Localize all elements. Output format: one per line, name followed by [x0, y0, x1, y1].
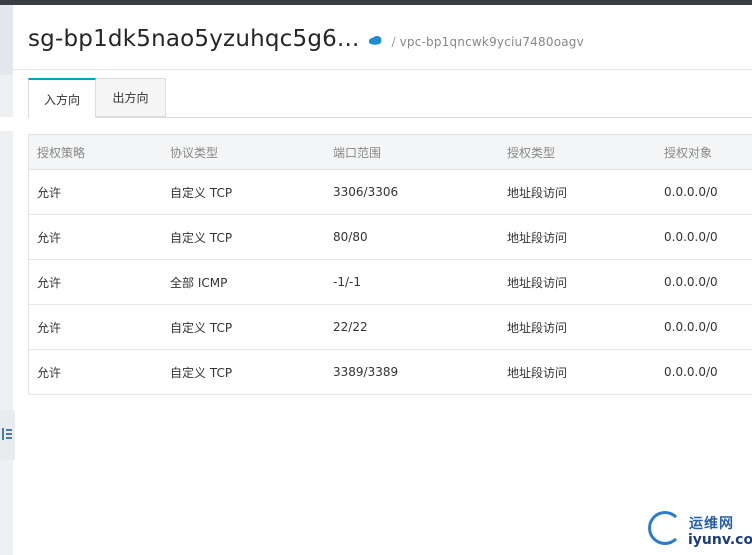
list-icon[interactable]	[2, 427, 13, 441]
table-row: 允许 全部 ICMP -1/-1 地址段访问 0.0.0.0/0	[29, 260, 752, 305]
table-header: 授权策略 协议类型 端口范围 授权类型 授权对象	[29, 135, 752, 170]
table-row: 允许 自定义 TCP 3306/3306 地址段访问 0.0.0.0/0	[29, 170, 752, 215]
table-row: 允许 自定义 TCP 80/80 地址段访问 0.0.0.0/0	[29, 215, 752, 260]
tab-inbound[interactable]: 入方向	[28, 78, 96, 118]
cell-auth-object: 0.0.0.0/0	[664, 320, 718, 334]
column-header-auth-object: 授权对象	[664, 145, 713, 160]
cell-protocol: 自定义 TCP	[170, 185, 233, 200]
watermark-bottom-text: iyunv.com	[688, 532, 752, 548]
sidebar-segment	[0, 5, 13, 75]
cell-auth-object: 0.0.0.0/0	[664, 275, 718, 289]
security-group-title: sg-bp1dk5nao5yzuhqc5g6...	[28, 26, 360, 52]
cell-port-range: 22/22	[333, 320, 368, 334]
cell-policy: 允许	[37, 230, 62, 245]
tab-outbound-label: 出方向	[112, 91, 149, 105]
column-header-protocol: 协议类型	[170, 145, 219, 160]
watermark: 运维网 iyunv.com	[648, 508, 752, 555]
left-sidebar-rail	[0, 5, 13, 555]
cloud-icon[interactable]	[368, 35, 382, 45]
cell-auth-object: 0.0.0.0/0	[664, 230, 718, 244]
cell-protocol: 自定义 TCP	[170, 365, 233, 380]
watermark-top-text: 运维网	[689, 516, 734, 532]
security-rules-table: 授权策略 协议类型 端口范围 授权类型 授权对象 允许 自定义 TCP 3306…	[28, 134, 752, 395]
cell-policy: 允许	[37, 320, 62, 335]
cell-auth-type: 地址段访问	[507, 230, 568, 245]
cell-protocol: 自定义 TCP	[170, 320, 233, 335]
header-divider	[13, 69, 752, 70]
cell-port-range: -1/-1	[333, 275, 361, 289]
cell-protocol: 自定义 TCP	[170, 230, 233, 245]
cell-port-range: 3389/3389	[333, 365, 399, 379]
cell-policy: 允许	[37, 185, 62, 200]
cell-port-range: 3306/3306	[333, 185, 399, 199]
column-header-auth-type: 授权类型	[507, 145, 556, 160]
tab-outbound[interactable]: 出方向	[96, 78, 166, 117]
cell-auth-object: 0.0.0.0/0	[664, 365, 718, 379]
column-header-port-range: 端口范围	[333, 145, 382, 160]
cell-policy: 允许	[37, 365, 62, 380]
cell-auth-type: 地址段访问	[507, 275, 568, 290]
cell-auth-type: 地址段访问	[507, 365, 568, 380]
iyunv-logo-icon	[648, 511, 682, 545]
cell-auth-object: 0.0.0.0/0	[664, 185, 718, 199]
cell-auth-type: 地址段访问	[507, 185, 568, 200]
cell-policy: 允许	[37, 275, 62, 290]
breadcrumb-separator: /	[391, 35, 396, 49]
tabs-divider	[28, 117, 752, 118]
cell-protocol: 全部 ICMP	[170, 275, 228, 290]
page-header: sg-bp1dk5nao5yzuhqc5g6... / vpc-bp1qncwk…	[28, 26, 584, 60]
cell-auth-type: 地址段访问	[507, 320, 568, 335]
vpc-id-link[interactable]: vpc-bp1qncwk9yciu7480oagv	[400, 35, 584, 49]
tab-inbound-label: 入方向	[43, 92, 80, 107]
sidebar-segment	[0, 117, 13, 131]
column-header-policy: 授权策略	[37, 145, 86, 160]
table-row: 允许 自定义 TCP 22/22 地址段访问 0.0.0.0/0	[29, 305, 752, 350]
cell-port-range: 80/80	[333, 230, 368, 244]
table-row: 允许 自定义 TCP 3389/3389 地址段访问 0.0.0.0/0	[29, 350, 752, 395]
top-navigation-bar	[0, 0, 752, 5]
